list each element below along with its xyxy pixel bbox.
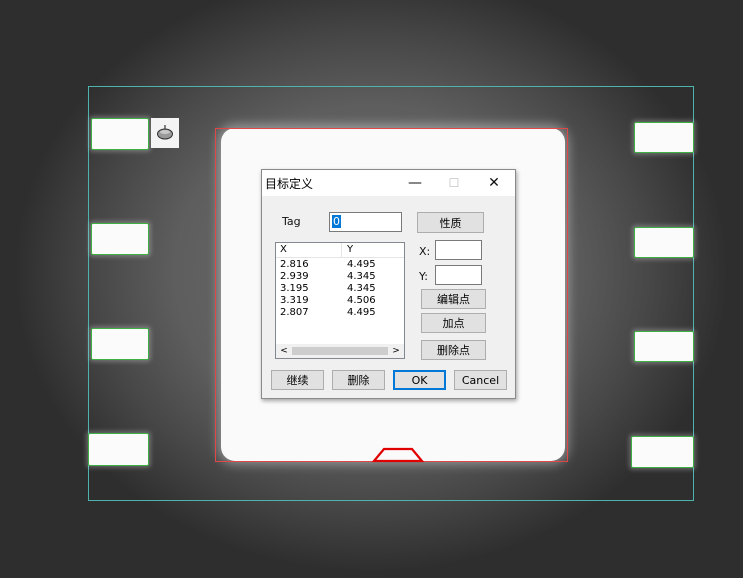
list-item[interactable]: 3.319 4.506: [276, 295, 404, 307]
dialog-title: 目标定义: [265, 177, 314, 191]
continue-button[interactable]: 继续: [271, 370, 324, 390]
tag-label: Tag: [282, 215, 301, 228]
cell-y: 4.345: [347, 283, 376, 294]
x-label: X:: [419, 245, 431, 258]
pad-right-1: [634, 122, 694, 153]
cell-y: 4.345: [347, 271, 376, 282]
cell-x: 2.939: [280, 271, 309, 282]
pad-right-2: [634, 227, 694, 258]
point-list[interactable]: X Y 2.816 4.495 2.939 4.345 3.195 4.345 3.3…: [275, 242, 405, 359]
target-shape[interactable]: [372, 443, 426, 463]
pcb-probe-icon[interactable]: [151, 118, 179, 148]
cell-y: 4.495: [347, 307, 376, 318]
title-bar[interactable]: 目标定义 — ☐ ✕: [262, 170, 515, 196]
list-item[interactable]: 2.939 4.345: [276, 271, 404, 283]
cell-x: 2.816: [280, 259, 309, 270]
list-item[interactable]: 3.195 4.345: [276, 283, 404, 295]
ok-button[interactable]: OK: [393, 370, 446, 390]
cell-y: 4.506: [347, 295, 376, 306]
pad-left-1: [91, 118, 149, 150]
column-y-header[interactable]: Y: [347, 244, 353, 255]
minimize-icon[interactable]: —: [398, 171, 432, 195]
cell-y: 4.495: [347, 259, 376, 270]
scroll-right-icon[interactable]: >: [390, 345, 402, 357]
scroll-left-icon[interactable]: <: [278, 345, 290, 357]
cell-x: 2.807: [280, 307, 309, 318]
scroll-thumb[interactable]: [292, 347, 388, 355]
pad-left-3: [91, 328, 149, 360]
maximize-icon[interactable]: ☐: [437, 171, 471, 195]
pad-left-2: [91, 223, 149, 255]
cancel-button[interactable]: Cancel: [454, 370, 507, 390]
delete-point-button[interactable]: 删除点: [421, 340, 486, 360]
target-definition-dialog: 目标定义 — ☐ ✕ Tag 0 性质 X Y 2.816 4.495 2.939…: [261, 169, 516, 399]
x-coordinate-input[interactable]: [435, 240, 482, 260]
cell-x: 3.319: [280, 295, 309, 306]
cell-x: 3.195: [280, 283, 309, 294]
pad-right-3: [634, 331, 694, 362]
close-icon[interactable]: ✕: [477, 171, 511, 195]
list-item[interactable]: 2.816 4.495: [276, 259, 404, 271]
horizontal-scrollbar[interactable]: < >: [276, 344, 404, 358]
y-label: Y:: [419, 270, 428, 283]
tag-value: 0: [332, 215, 341, 228]
add-point-button[interactable]: 加点: [421, 313, 486, 333]
delete-button[interactable]: 删除: [332, 370, 385, 390]
column-x-header[interactable]: X: [280, 244, 287, 255]
list-item[interactable]: 2.807 4.495: [276, 307, 404, 319]
property-button[interactable]: 性质: [417, 212, 484, 233]
pad-left-4: [88, 433, 149, 466]
edit-point-button[interactable]: 编辑点: [421, 289, 486, 309]
list-header: X Y: [276, 243, 404, 258]
tag-input[interactable]: 0: [329, 212, 402, 232]
pad-right-4: [631, 436, 694, 468]
y-coordinate-input[interactable]: [435, 265, 482, 285]
